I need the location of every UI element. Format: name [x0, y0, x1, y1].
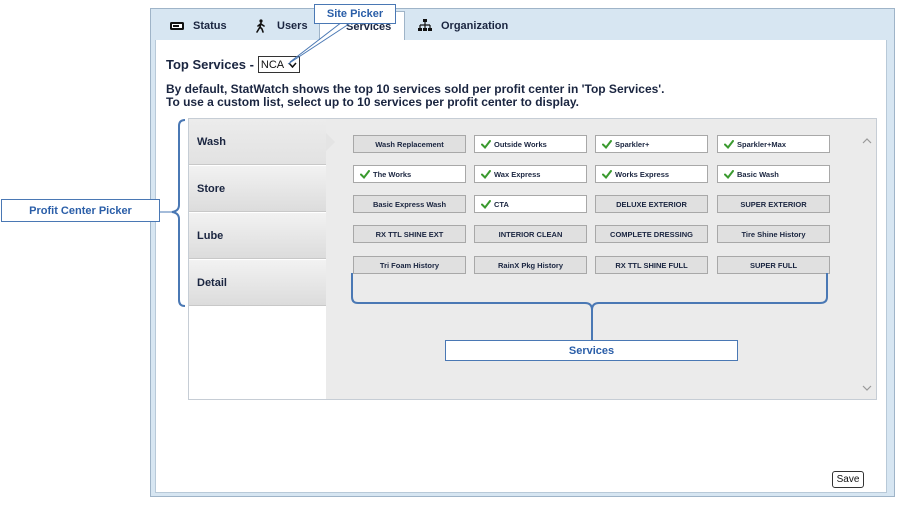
- service-label: SUPER EXTERIOR: [740, 199, 807, 209]
- checkmark-icon: [602, 169, 612, 179]
- service-label: CTA: [494, 199, 509, 209]
- tab-organization-label: Organization: [441, 20, 509, 32]
- service-button[interactable]: SUPER FULL: [717, 256, 830, 274]
- app-window: Status Users Services Organization Top S…: [150, 8, 895, 497]
- service-button[interactable]: RX TTL SHINE EXT: [353, 225, 466, 243]
- scroll-up-icon[interactable]: [862, 132, 872, 144]
- tab-status-label: Status: [193, 20, 227, 32]
- service-label: SUPER FULL: [749, 260, 798, 270]
- service-button[interactable]: RX TTL SHINE FULL: [595, 256, 708, 274]
- service-button[interactable]: Works Express: [595, 165, 708, 183]
- service-button[interactable]: DELUXE EXTERIOR: [595, 195, 708, 213]
- scroll-down-icon[interactable]: [862, 379, 872, 391]
- service-label: RainX Pkg History: [497, 260, 564, 270]
- service-button[interactable]: Outside Works: [474, 135, 587, 153]
- profit-center-store[interactable]: Store: [189, 166, 326, 212]
- service-label: RX TTL SHINE EXT: [375, 229, 444, 239]
- checkmark-icon: [481, 139, 491, 149]
- chevron-down-icon: [288, 59, 297, 71]
- profit-center-wash[interactable]: Wash: [189, 119, 335, 165]
- service-label: Basic Wash: [737, 169, 779, 179]
- service-label: Works Express: [615, 169, 670, 179]
- service-button[interactable]: Wash Replacement: [353, 135, 466, 153]
- service-label: Outside Works: [494, 139, 547, 149]
- description-line-2: To use a custom list, select up to 10 se…: [166, 95, 580, 109]
- service-button[interactable]: Sparkler+Max: [717, 135, 830, 153]
- service-button[interactable]: Tri Foam History: [353, 256, 466, 274]
- selected-arrow-icon: [326, 133, 335, 151]
- org-chart-icon: [417, 19, 433, 33]
- service-label: Sparkler+: [615, 139, 650, 149]
- service-label: Basic Express Wash: [372, 199, 447, 209]
- site-picker-value: NCA: [260, 58, 285, 71]
- service-button[interactable]: Tire Shine History: [717, 225, 830, 243]
- profit-center-picker-callout: Profit Center Picker: [1, 199, 160, 222]
- service-label: RX TTL SHINE FULL: [615, 260, 688, 270]
- profit-center-label: Detail: [197, 276, 227, 289]
- walking-person-icon: [253, 19, 269, 33]
- save-button[interactable]: Save: [832, 471, 864, 488]
- tab-bar: Status Users Services Organization: [151, 9, 894, 41]
- tab-status[interactable]: Status: [151, 12, 235, 40]
- checkmark-icon: [602, 139, 612, 149]
- service-button[interactable]: RainX Pkg History: [474, 256, 587, 274]
- service-label: Tire Shine History: [741, 229, 806, 239]
- service-button[interactable]: Basic Wash: [717, 165, 830, 183]
- tab-users[interactable]: Users: [235, 12, 319, 40]
- service-button[interactable]: CTA: [474, 195, 587, 213]
- profit-center-lube[interactable]: Lube: [189, 213, 326, 259]
- service-button[interactable]: INTERIOR CLEAN: [474, 225, 587, 243]
- service-button[interactable]: Wax Express: [474, 165, 587, 183]
- service-button[interactable]: SUPER EXTERIOR: [717, 195, 830, 213]
- service-button[interactable]: The Works: [353, 165, 466, 183]
- profit-center-label: Store: [197, 182, 226, 195]
- site-picker-callout: Site Picker: [314, 4, 396, 24]
- service-button[interactable]: Basic Express Wash: [353, 195, 466, 213]
- checkmark-icon: [724, 139, 734, 149]
- profit-center-detail[interactable]: Detail: [189, 260, 326, 306]
- tab-users-label: Users: [277, 20, 308, 32]
- service-label: The Works: [373, 169, 412, 179]
- service-label: Wax Express: [494, 169, 541, 179]
- service-label: DELUXE EXTERIOR: [616, 199, 687, 209]
- status-icon: [169, 19, 185, 33]
- service-button[interactable]: COMPLETE DRESSING: [595, 225, 708, 243]
- description: By default, StatWatch shows the top 10 s…: [166, 83, 665, 109]
- service-label: Sparkler+Max: [737, 139, 786, 149]
- service-label: COMPLETE DRESSING: [610, 229, 693, 239]
- top-services-header: Top Services - NCA: [166, 56, 301, 73]
- checkmark-icon: [481, 199, 491, 209]
- tab-organization[interactable]: Organization: [405, 12, 535, 40]
- profit-center-label: Lube: [197, 229, 224, 242]
- service-label: INTERIOR CLEAN: [498, 229, 563, 239]
- checkmark-icon: [360, 169, 370, 179]
- service-label: Wash Replacement: [375, 139, 444, 149]
- services-callout: Services: [445, 340, 738, 361]
- site-picker-select[interactable]: NCA: [257, 56, 301, 73]
- checkmark-icon: [481, 169, 491, 179]
- page-title: Top Services -: [166, 57, 254, 72]
- profit-center-list: Wash Store Lube Detail: [189, 119, 335, 399]
- profit-center-label: Wash: [197, 135, 226, 148]
- service-label: Tri Foam History: [379, 260, 440, 270]
- checkmark-icon: [724, 169, 734, 179]
- service-button[interactable]: Sparkler+: [595, 135, 708, 153]
- services-content: Top Services - NCA By default, StatWatch…: [155, 40, 887, 493]
